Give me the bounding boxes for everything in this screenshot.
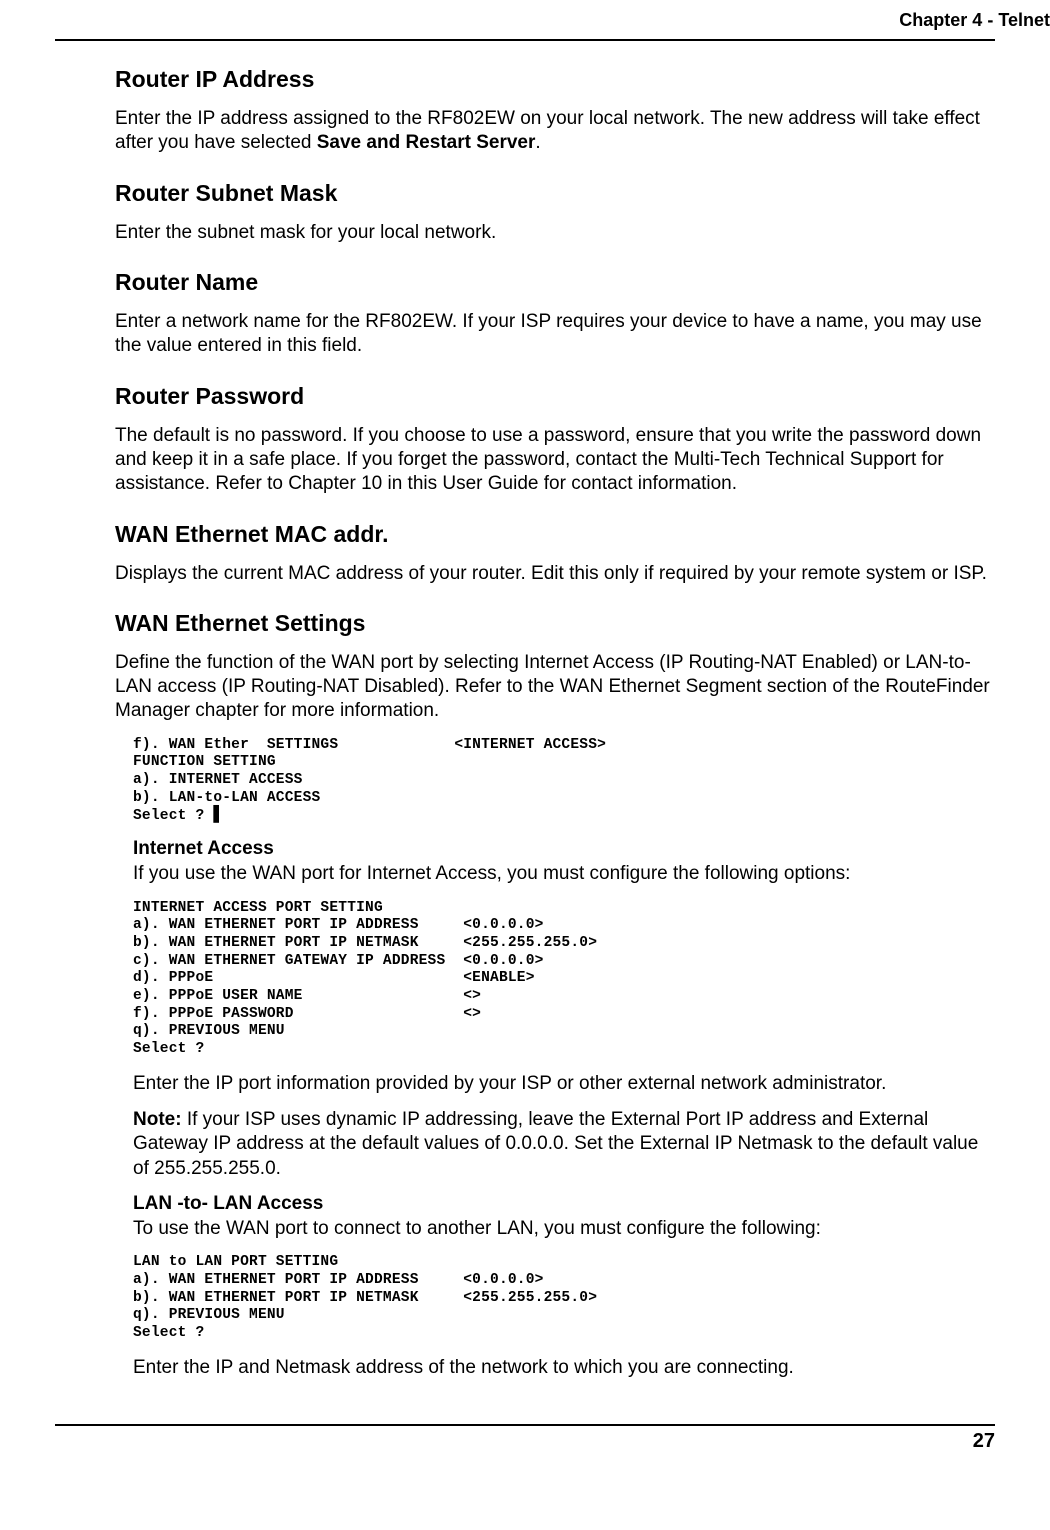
note-text: If your ISP uses dynamic IP addressing, … (133, 1109, 978, 1179)
text: . (535, 132, 540, 153)
para-ip-port-info: Enter the IP port information provided b… (133, 1072, 995, 1096)
para-lan-to-lan: To use the WAN port to connect to anothe… (133, 1217, 995, 1241)
heading-router-subnet-mask: Router Subnet Mask (115, 180, 995, 207)
heading-router-password: Router Password (115, 383, 995, 410)
text-bold-save-restart: Save and Restart Server (317, 132, 536, 153)
page-header: Chapter 4 - Telnet (0, 0, 1050, 39)
code-block-lan-to-lan: LAN to LAN PORT SETTING a). WAN ETHERNET… (133, 1253, 969, 1341)
para-router-name: Enter a network name for the RF802EW. If… (115, 310, 995, 359)
para-router-password: The default is no password. If you choos… (115, 424, 995, 497)
para-internet-access: If you use the WAN port for Internet Acc… (133, 862, 995, 886)
code-block-internet-access: INTERNET ACCESS PORT SETTING a). WAN ETH… (133, 899, 969, 1058)
heading-wan-settings: WAN Ethernet Settings (115, 610, 995, 637)
para-router-subnet-mask: Enter the subnet mask for your local net… (115, 221, 995, 245)
heading-wan-mac: WAN Ethernet MAC addr. (115, 521, 995, 548)
page-number: 27 (0, 1430, 1050, 1453)
subheading-internet-access: Internet Access (133, 838, 995, 860)
page-content: Router IP Address Enter the IP address a… (0, 66, 1050, 1412)
note-label: Note: (133, 1109, 182, 1130)
footer-rule (55, 1424, 995, 1426)
header-rule (55, 39, 995, 41)
heading-router-ip-address: Router IP Address (115, 66, 995, 93)
para-wan-mac: Displays the current MAC address of your… (115, 562, 995, 586)
heading-router-name: Router Name (115, 269, 995, 296)
para-wan-settings: Define the function of the WAN port by s… (115, 651, 995, 724)
para-note: Note: If your ISP uses dynamic IP addres… (133, 1108, 995, 1181)
code-block-function-setting: f). WAN Ether SETTINGS <INTERNET ACCESS>… (133, 736, 969, 824)
text: Enter the IP address assigned to the RF8… (115, 108, 980, 153)
para-enter-ip-netmask: Enter the IP and Netmask address of the … (133, 1356, 995, 1380)
subheading-lan-to-lan: LAN -to- LAN Access (133, 1193, 995, 1215)
para-router-ip-address: Enter the IP address assigned to the RF8… (115, 107, 995, 156)
